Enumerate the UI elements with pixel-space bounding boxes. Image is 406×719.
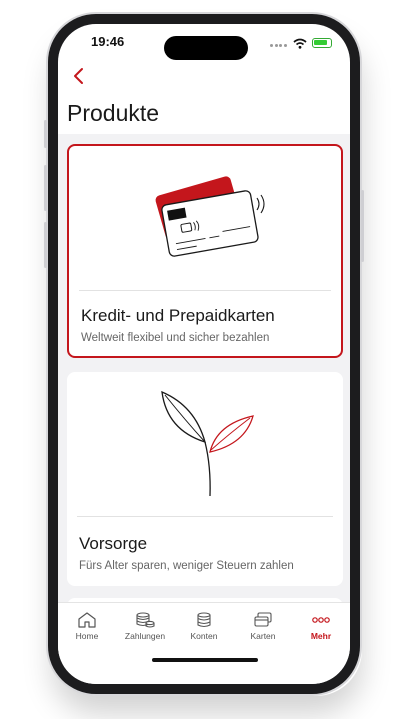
tab-label: Karten	[250, 631, 276, 641]
dynamic-island	[164, 36, 248, 60]
tab-zahlungen[interactable]: Zahlungen	[116, 611, 174, 641]
battery-icon	[312, 38, 332, 48]
mute-switch	[44, 120, 47, 148]
card-divider	[77, 516, 333, 517]
coin-stack-icon	[197, 612, 211, 628]
status-bar: 19:46	[58, 24, 350, 60]
tab-home[interactable]: Home	[58, 611, 116, 641]
tab-label: Home	[75, 631, 99, 641]
back-chevron-icon[interactable]	[68, 64, 92, 88]
tab-bar: Home Zahlungen Konten Karten Mehr	[58, 602, 350, 684]
card-subtitle: Weltweit flexibel und sicher bezahlen	[81, 332, 270, 344]
more-icon	[312, 617, 330, 623]
page-title: Produkte	[67, 100, 160, 126]
tab-label: Zahlungen	[124, 631, 166, 641]
card-credit-prepaid[interactable]: Kredit- und Prepaidkarten Weltweit flexi…	[67, 144, 343, 358]
wifi-icon	[293, 38, 307, 49]
tab-konten[interactable]: Konten	[175, 611, 233, 641]
tab-karten[interactable]: Karten	[234, 611, 292, 641]
plant-icon	[161, 390, 254, 497]
signal-icon	[270, 34, 288, 52]
tab-mehr[interactable]: Mehr	[292, 611, 350, 641]
card-vorsorge[interactable]: Vorsorge Fürs Alter sparen, weniger Steu…	[67, 372, 343, 586]
product-list: Kredit- und Prepaidkarten Weltweit flexi…	[58, 134, 350, 618]
tab-label: Konten	[190, 631, 218, 641]
card-subtitle: Fürs Alter sparen, weniger Steuern zahle…	[79, 560, 294, 572]
coins-icon	[136, 612, 155, 628]
card-title: Vorsorge	[79, 534, 148, 553]
cards-icon	[254, 612, 272, 627]
status-icons	[270, 34, 332, 52]
credit-card-icon	[155, 176, 265, 257]
screen: 19:46 Produkte Kredit- und Prepaidkarten…	[58, 24, 350, 684]
home-indicator[interactable]	[152, 658, 258, 662]
volume-up-button	[44, 165, 47, 211]
card-divider	[79, 290, 331, 291]
home-icon	[78, 612, 96, 628]
power-button	[361, 190, 364, 262]
volume-down-button	[44, 222, 47, 268]
tab-label: Mehr	[310, 631, 332, 641]
card-title: Kredit- und Prepaidkarten	[81, 306, 275, 325]
status-time: 19:46	[91, 34, 125, 49]
